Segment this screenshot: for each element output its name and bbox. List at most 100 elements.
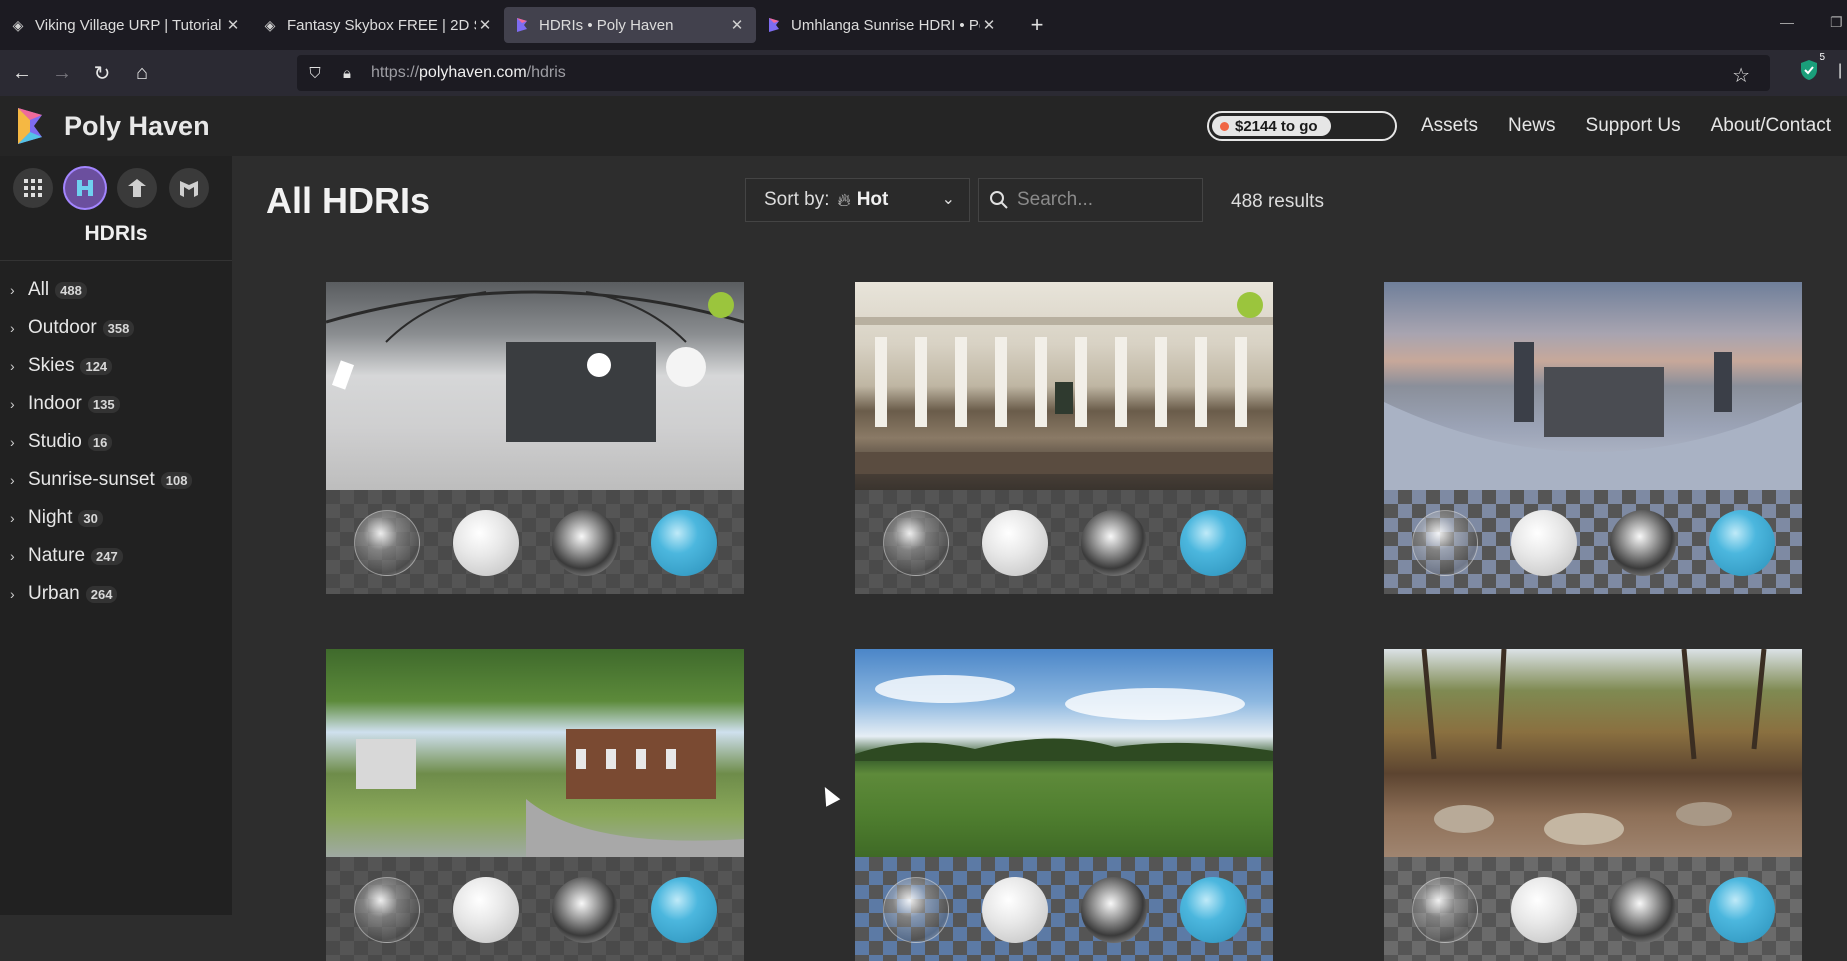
- address-bar[interactable]: ⛉ 🔒︎ https://polyhaven.com/hdris ☆: [297, 55, 1770, 91]
- category-count: 264: [85, 585, 118, 603]
- sphere-preview: [326, 490, 744, 594]
- chevron-right-icon: ›: [10, 472, 15, 488]
- search-input[interactable]: [1017, 189, 1187, 211]
- polyhaven-logo[interactable]: [14, 106, 46, 146]
- browser-tab[interactable]: ◈ Fantasy Skybox FREE | 2D Sky | U ✕: [252, 7, 504, 43]
- results-count: 488 results: [1231, 191, 1324, 212]
- main-content: All HDRIs Sort by: 🔥︎ Hot ⌄ 488 results: [232, 156, 1847, 961]
- white-sphere: [1511, 877, 1577, 943]
- home-icon[interactable]: ⌂: [122, 62, 162, 85]
- asset-type-selector: [13, 168, 232, 208]
- extension-icon[interactable]: 5: [1797, 52, 1825, 82]
- sort-label: Sort by:: [764, 189, 830, 210]
- minimize-icon[interactable]: —: [1780, 14, 1794, 30]
- category-nature[interactable]: › Nature 247: [0, 537, 232, 575]
- category-skies[interactable]: › Skies 124: [0, 347, 232, 385]
- category-sunrise-sunset[interactable]: › Sunrise-sunset 108: [0, 461, 232, 499]
- hdri-card[interactable]: [1384, 649, 1802, 961]
- glass-sphere: [883, 510, 949, 576]
- back-icon[interactable]: ←: [2, 62, 42, 85]
- browser-tab[interactable]: ◈ Viking Village URP | Tutorial Pr ✕: [0, 7, 252, 43]
- chrome-sphere: [552, 877, 618, 943]
- sphere-preview: [326, 857, 744, 961]
- lock-icon[interactable]: 🔒︎: [333, 65, 361, 82]
- unity-icon: ◈: [12, 16, 24, 33]
- nav-news[interactable]: News: [1508, 115, 1556, 137]
- chevron-right-icon: ›: [10, 434, 15, 450]
- mouse-cursor: [817, 783, 841, 807]
- all-assets-icon[interactable]: [13, 168, 53, 208]
- category-studio[interactable]: › Studio 16: [0, 423, 232, 461]
- category-label: Indoor: [28, 393, 82, 414]
- hdri-card[interactable]: [855, 282, 1273, 594]
- white-sphere: [453, 510, 519, 576]
- chrome-sphere: [1081, 877, 1147, 943]
- reload-icon[interactable]: ↻: [82, 61, 122, 86]
- nav-assets[interactable]: Assets: [1421, 115, 1478, 137]
- category-outdoor[interactable]: › Outdoor 358: [0, 309, 232, 347]
- site-brand[interactable]: Poly Haven: [64, 111, 210, 142]
- glass-sphere: [354, 510, 420, 576]
- hdri-preview: [855, 649, 1273, 857]
- category-label: Outdoor: [28, 317, 97, 338]
- hdri-card[interactable]: [326, 649, 744, 961]
- category-urban[interactable]: › Urban 264: [0, 575, 232, 613]
- restore-icon[interactable]: ❐: [1830, 14, 1843, 31]
- chrome-sphere: [1081, 510, 1147, 576]
- nav-about-contact[interactable]: About/Contact: [1711, 115, 1831, 137]
- new-tab-button[interactable]: +: [1020, 12, 1054, 38]
- sphere-preview: [1384, 857, 1802, 961]
- sidebar: HDRIs › All 488 › Outdoor 358 › Skies 124 › Ind…: [0, 156, 232, 915]
- chevron-right-icon: ›: [10, 510, 15, 526]
- new-badge: [1237, 292, 1263, 318]
- page-title: All HDRIs: [266, 180, 431, 221]
- nav-support-us[interactable]: Support Us: [1586, 115, 1681, 137]
- browser-tab-active[interactable]: HDRIs • Poly Haven ✕: [504, 7, 756, 43]
- polyhaven-icon: [766, 17, 782, 33]
- category-count: 488: [55, 281, 87, 299]
- browser-tab[interactable]: Umhlanga Sunrise HDRI • Poly H ✕: [756, 7, 1008, 43]
- close-icon[interactable]: ✕: [728, 16, 746, 34]
- category-night[interactable]: › Night 30: [0, 499, 232, 537]
- sidebar-title: HDRIs: [84, 222, 148, 245]
- sort-value: Hot: [856, 189, 889, 210]
- category-label: Studio: [28, 431, 82, 452]
- blue-sphere: [651, 510, 717, 576]
- chevron-right-icon: ›: [10, 358, 15, 374]
- category-count: 30: [78, 509, 103, 527]
- category-label: Urban: [28, 583, 80, 604]
- close-icon[interactable]: ✕: [980, 16, 998, 34]
- category-count: 135: [87, 395, 120, 413]
- chevron-right-icon: ›: [10, 320, 15, 336]
- category-all[interactable]: › All 488: [0, 271, 232, 309]
- hdri-card[interactable]: [326, 282, 744, 594]
- library-icon[interactable]: |: [1838, 62, 1842, 80]
- forward-icon[interactable]: →: [42, 62, 82, 85]
- funding-label: $2144 to go: [1235, 117, 1318, 135]
- browser-tab-strip: ◈ Viking Village URP | Tutorial Pr ✕ ◈ F…: [0, 0, 1847, 50]
- bookmark-star-icon[interactable]: ☆: [1732, 63, 1750, 88]
- hdri-icon[interactable]: [65, 168, 105, 208]
- blue-sphere: [651, 877, 717, 943]
- funding-progress[interactable]: $2144 to go: [1207, 111, 1397, 141]
- close-icon[interactable]: ✕: [476, 16, 494, 34]
- sidebar-divider: [0, 260, 232, 261]
- url-text[interactable]: https://polyhaven.com/hdris: [371, 64, 566, 82]
- close-icon[interactable]: ✕: [224, 16, 242, 34]
- models-icon[interactable]: [169, 168, 209, 208]
- hdri-card[interactable]: [1384, 282, 1802, 594]
- hdri-preview: [326, 649, 744, 857]
- category-indoor[interactable]: › Indoor 135: [0, 385, 232, 423]
- blue-sphere: [1180, 510, 1246, 576]
- glass-sphere: [1412, 877, 1478, 943]
- textures-icon[interactable]: [117, 168, 157, 208]
- blue-sphere: [1709, 510, 1775, 576]
- search-box[interactable]: [978, 178, 1203, 222]
- hdri-card[interactable]: [855, 649, 1273, 961]
- unity-icon: ◈: [264, 16, 276, 33]
- white-sphere: [1511, 510, 1577, 576]
- sphere-preview: [855, 857, 1273, 961]
- sort-dropdown[interactable]: Sort by: 🔥︎ Hot ⌄: [745, 178, 970, 222]
- new-badge: [708, 292, 734, 318]
- shield-icon[interactable]: ⛉: [301, 65, 329, 82]
